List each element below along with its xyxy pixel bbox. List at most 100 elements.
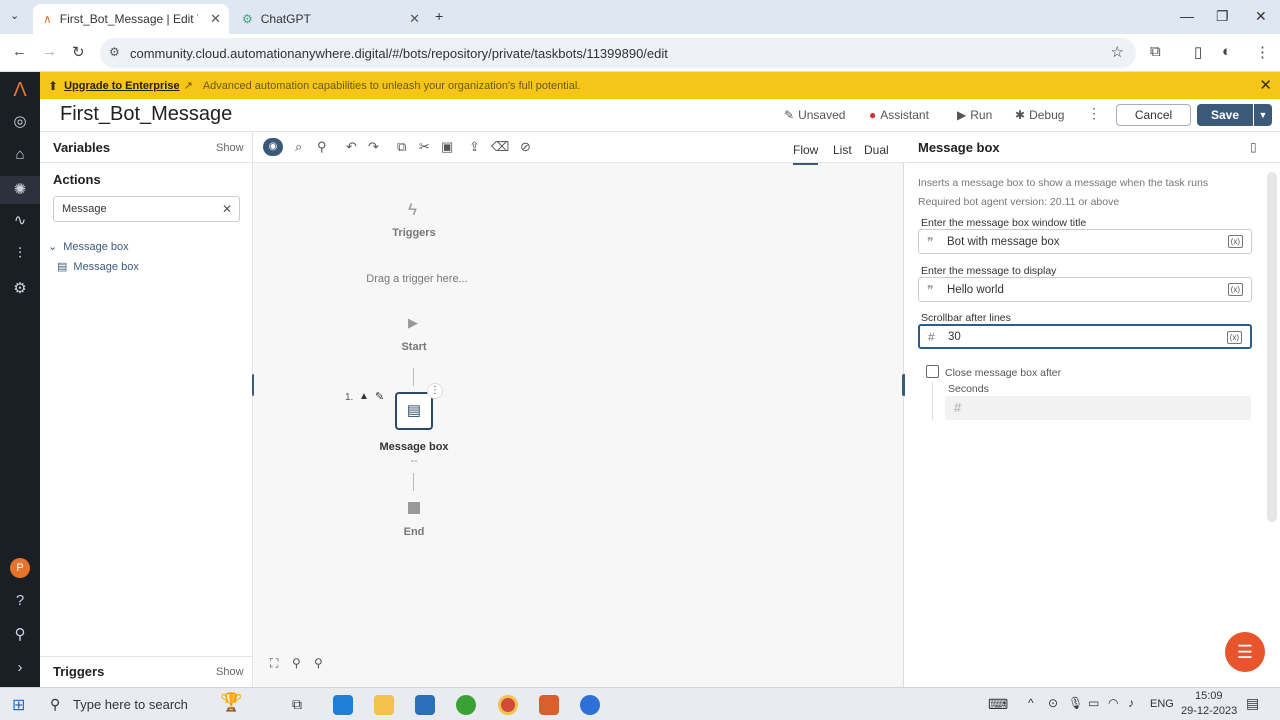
assistant-button[interactable]: ● Assistant [869,108,929,122]
find-replace-icon[interactable]: ⌕ [295,139,302,155]
upgrade-link[interactable]: Upgrade to Enterprise [64,80,180,92]
tab-dual[interactable]: Dual [864,143,889,157]
help-icon[interactable]: ? [0,592,40,609]
triggers-heading: Triggers [53,664,105,679]
windows-start-icon[interactable]: ⊞ [12,695,25,715]
app-icon[interactable] [456,695,476,715]
tree-group-message-box[interactable]: ⌄ Message box [48,240,129,254]
forward-icon[interactable]: → [42,43,57,60]
redo-icon[interactable]: ↷ [368,139,379,155]
tree-item-message-box[interactable]: ▤ Message box [57,260,139,274]
new-tab-icon[interactable]: + [435,8,443,24]
profile-icon[interactable]: ◐ [1222,43,1231,60]
language-indicator[interactable]: ENG [1150,698,1174,710]
reload-icon[interactable]: ↻ [72,43,85,61]
delete-icon[interactable]: ⌫ [491,139,509,155]
document-icon[interactable]: ▯ [1250,140,1257,154]
flow-canvas[interactable]: ◉ ⌕ ⚲ ↶ ↷ ⧉ ✂ ▣ ⇪ ⌫ ⊘ Flow List Dual ϟ T… [254,132,904,687]
news-widget-icon[interactable]: 🏆 [220,692,242,713]
tray-chevron-icon[interactable]: ^ [1028,696,1034,710]
variable-insert-icon[interactable]: (x) [1227,235,1243,248]
scrollbar-lines-field[interactable]: # 30 (x) [918,324,1252,349]
task-view-icon[interactable]: ⧉ [292,696,302,713]
variables-show-link[interactable]: Show [216,142,244,154]
learning-icon[interactable]: ⚲ [0,625,40,643]
close-window-icon[interactable]: ✕ [1255,8,1267,25]
tab-list[interactable]: List [833,143,852,157]
variable-insert-icon[interactable]: (x) [1226,331,1242,344]
tab-flow[interactable]: Flow [793,143,819,165]
record-icon[interactable]: ◉ [263,138,283,156]
expand-rail-icon[interactable]: › [0,659,40,676]
node-menu-icon[interactable]: ⋮ [427,383,443,399]
version-note: Required bot agent version: 20.11 or abo… [918,196,1120,208]
minimize-icon[interactable]: — [1180,8,1194,24]
export-icon[interactable]: ⇪ [469,139,480,155]
triggers-show-link[interactable]: Show [216,666,244,678]
run-button[interactable]: ▶ Run [957,108,992,122]
clear-search-icon[interactable]: ✕ [222,202,232,216]
activity-icon[interactable]: ∿ [0,211,40,229]
menu-icon[interactable]: ⋮ [1255,43,1270,61]
url-field[interactable]: ⚙ community.cloud.automationanywhere.dig… [100,38,1136,68]
message-box-node[interactable]: ▤ [395,392,433,430]
cut-icon[interactable]: ✂ [419,139,430,155]
cancel-button[interactable]: Cancel [1116,104,1191,126]
settings-icon[interactable]: ⚙ [0,279,40,297]
variable-insert-icon[interactable]: (x) [1227,283,1243,296]
bookmark-star-icon[interactable]: ☆ [1111,43,1124,61]
more-options-icon[interactable]: ⋮ [1087,105,1101,122]
close-after-checkbox[interactable] [926,365,939,378]
bug-icon: ✱ [1015,108,1026,122]
edit-pencil-icon[interactable]: ✎ [375,390,384,403]
seconds-field[interactable]: # [945,396,1251,420]
app-icon[interactable] [539,695,559,715]
zoom-out-icon[interactable]: ⚲ [314,656,323,670]
window-title-field[interactable]: ❞ Bot with message box (x) [918,229,1252,254]
browser-tab-chatgpt[interactable]: ⚙ ChatGPT ✕ [232,4,428,34]
disable-icon[interactable]: ⊘ [520,139,531,155]
copy-icon[interactable]: ⧉ [397,139,406,155]
clock-time[interactable]: 15:09 [1195,690,1223,702]
message-label: Enter the message to display [921,265,1057,277]
help-bot-icon[interactable]: ☰ [1225,632,1265,672]
file-explorer-icon[interactable] [374,695,394,715]
upgrade-banner: ⬆ Upgrade to Enterprise ↗ Advanced autom… [40,72,1280,99]
taskbar-search-input[interactable]: Type here to search [73,697,188,712]
clock-date[interactable]: 29-12-2023 [1181,705,1237,717]
scrollbar[interactable] [1267,172,1277,522]
explore-icon[interactable]: ◎ [0,112,40,130]
fit-screen-icon[interactable]: ⛶ [270,656,278,671]
manage-icon[interactable]: ⫶ [0,245,40,262]
keyboard-icon[interactable]: ⌨ [988,696,1008,713]
chrome-icon[interactable] [498,695,518,715]
save-dropdown-icon[interactable]: ▼ [1254,104,1272,126]
maximize-icon[interactable]: ❐ [1216,8,1229,25]
save-button[interactable]: Save [1197,104,1253,126]
automation-icon[interactable]: ✺ [0,176,40,204]
zoom-icon[interactable] [580,695,600,715]
close-banner-icon[interactable]: ✕ [1259,76,1272,94]
paste-icon[interactable]: ▣ [441,139,453,155]
tab-search-icon[interactable]: ⌄ [10,9,19,22]
mail-icon[interactable] [415,695,435,715]
site-info-icon[interactable]: ⚙ [109,45,120,59]
undo-icon[interactable]: ↶ [346,139,357,155]
debug-button[interactable]: ✱ Debug [1015,108,1064,122]
browser-tab-active[interactable]: ∧ First_Bot_Message | Edit Task Bo ✕ [33,4,229,34]
close-tab-icon[interactable]: ✕ [210,11,221,27]
close-tab-icon[interactable]: ✕ [409,11,420,27]
home-icon[interactable]: ⌂ [0,146,40,163]
extensions-icon[interactable]: ⧉ [1150,43,1161,60]
avatar[interactable]: P [0,558,40,578]
automation-anywhere-logo-icon[interactable]: Λ [0,79,40,102]
zoom-in-icon[interactable]: ⚲ [292,656,301,670]
message-field[interactable]: ❞ Hello world (x) [918,277,1252,302]
back-icon[interactable]: ← [12,43,27,60]
browser-tab-bar: ⌄ ∧ First_Bot_Message | Edit Task Bo ✕ ⚙… [0,0,1280,34]
edge-icon[interactable] [333,695,353,715]
search-icon[interactable]: ⚲ [317,139,327,155]
notifications-icon[interactable]: ▤ [1246,695,1259,712]
sidebar-icon[interactable]: ▯ [1194,43,1202,61]
actions-search-input[interactable]: Message ✕ [53,196,240,222]
